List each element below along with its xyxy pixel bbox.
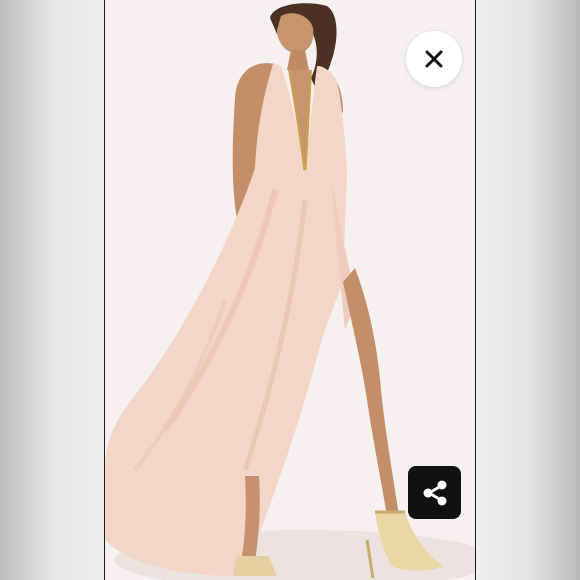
close-icon [425,50,443,68]
close-button[interactable] [406,31,462,87]
share-button[interactable] [408,466,461,519]
share-icon [420,478,450,508]
image-viewer [0,0,580,580]
